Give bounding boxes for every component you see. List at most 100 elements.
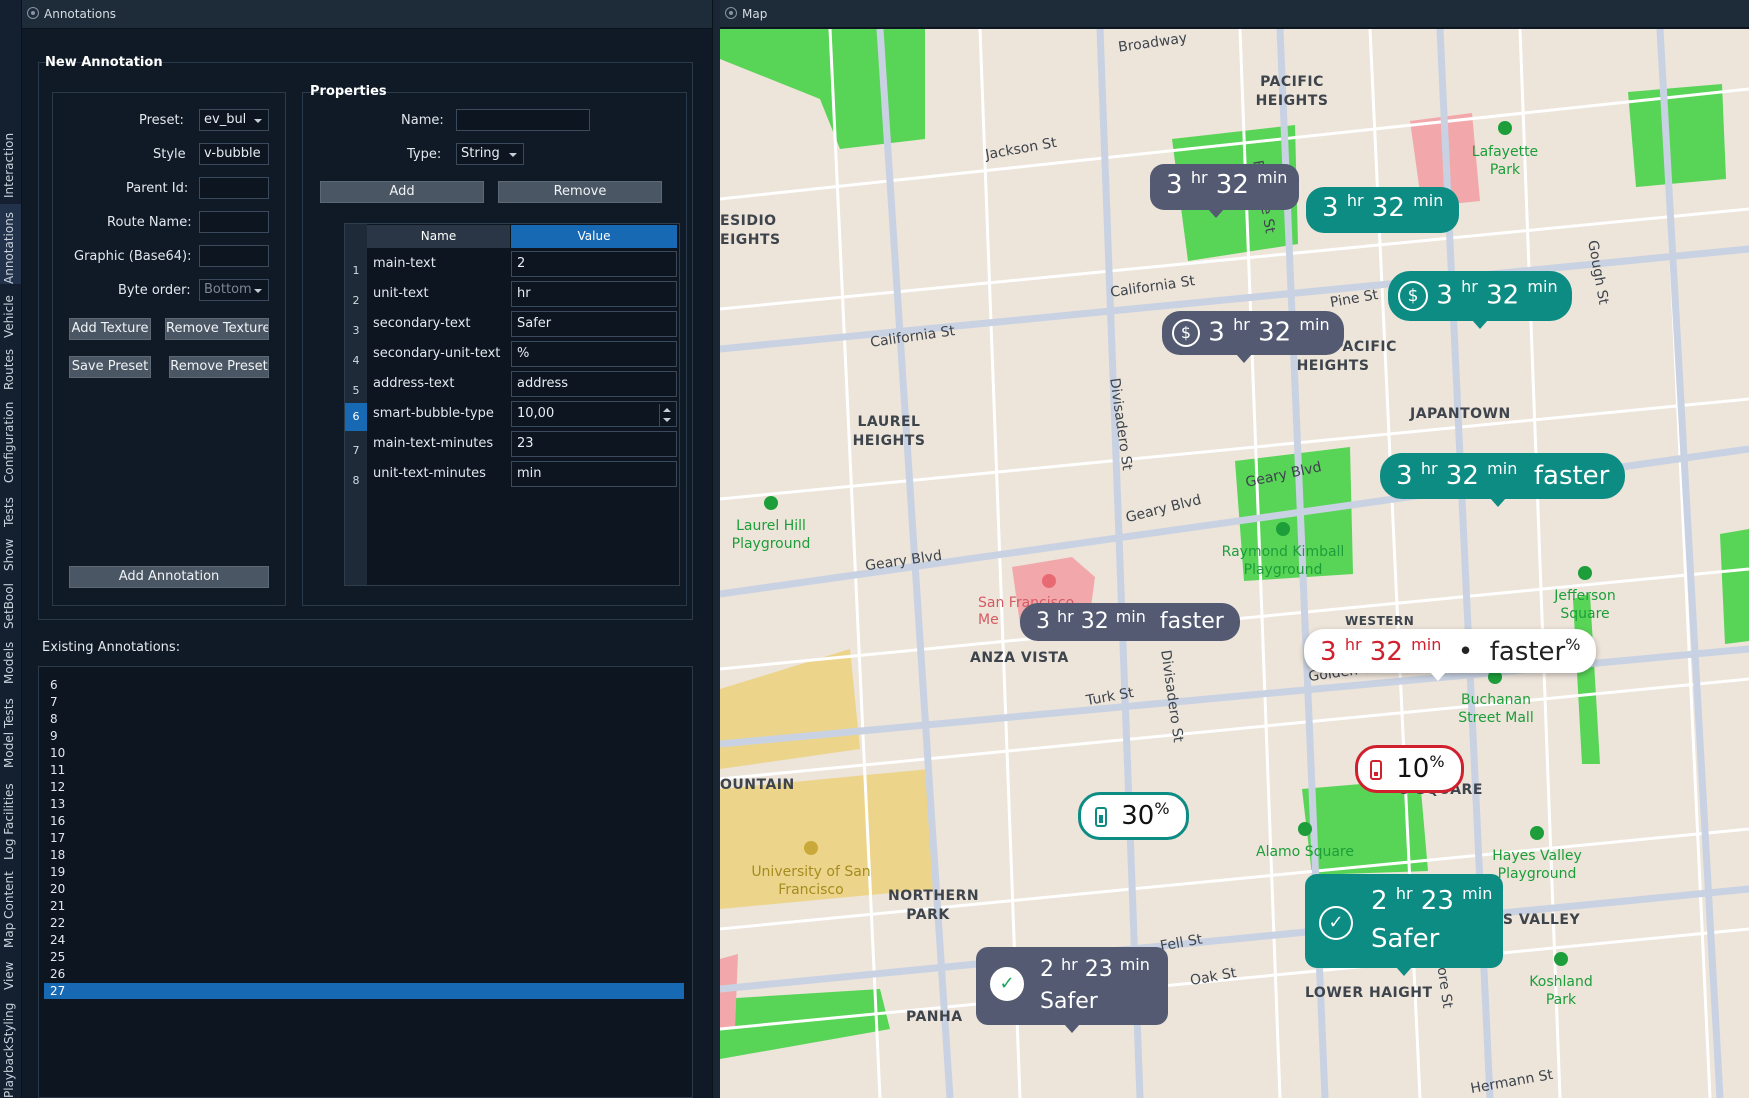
table-cell-value[interactable]: 2 bbox=[511, 251, 677, 277]
row-number[interactable]: 1 bbox=[345, 258, 367, 284]
park-label: Buchanan Street Mall bbox=[1458, 692, 1534, 726]
add-texture-button[interactable]: Add Texture bbox=[69, 318, 151, 340]
list-item[interactable]: 10 bbox=[44, 745, 684, 761]
list-item[interactable]: 9 bbox=[44, 728, 684, 744]
preset-combo[interactable]: ev_bul bbox=[199, 109, 269, 131]
route-bubble[interactable]: 3 hr 32 min faster bbox=[1020, 603, 1240, 641]
neighborhood-label: OUNTAIN bbox=[720, 777, 795, 793]
route-bubble-safer[interactable]: ✓ 2 hr 23 min Safer bbox=[976, 947, 1168, 1033]
list-item[interactable]: 17 bbox=[44, 830, 684, 846]
table-cell-name[interactable]: secondary-unit-text bbox=[373, 346, 500, 361]
row-number[interactable]: 4 bbox=[345, 348, 367, 374]
route-bubble[interactable]: 3 hr 32 min • faster% bbox=[1304, 629, 1597, 681]
tab-log-facilities[interactable]: Log Facilities bbox=[0, 772, 21, 860]
table-cell-value[interactable]: Safer bbox=[511, 311, 677, 337]
panel-menu-icon[interactable] bbox=[27, 7, 39, 19]
tab-playback[interactable]: Playback bbox=[0, 1044, 21, 1098]
table-cell-value[interactable]: hr bbox=[511, 281, 677, 307]
route-name-label: Route Name: bbox=[107, 215, 192, 230]
table-cell-name[interactable]: secondary-text bbox=[373, 316, 471, 331]
tab-view[interactable]: View bbox=[0, 952, 21, 990]
list-item[interactable]: 13 bbox=[44, 796, 684, 812]
route-bubble[interactable]: $ 3 hr 32 min bbox=[1388, 271, 1572, 329]
list-item[interactable]: 21 bbox=[44, 898, 684, 914]
battery-bubble-low[interactable]: 10% bbox=[1355, 745, 1464, 793]
list-item[interactable]: 11 bbox=[44, 762, 684, 778]
row-number[interactable]: 5 bbox=[345, 378, 367, 404]
table-cell-name[interactable]: unit-text bbox=[373, 286, 429, 301]
table-cell-value[interactable]: min bbox=[511, 461, 677, 487]
route-bubble[interactable]: $ 3 hr 32 min bbox=[1162, 311, 1344, 363]
row-number[interactable]: 3 bbox=[345, 318, 367, 344]
value-column-header[interactable]: Value bbox=[511, 225, 677, 248]
route-bubble-safer[interactable]: ✓ 2 hr 23 min Safer bbox=[1305, 874, 1503, 976]
tab-show[interactable]: Show bbox=[0, 531, 21, 571]
list-item[interactable]: 20 bbox=[44, 881, 684, 897]
map-canvas[interactable]: Broadway Jackson St California St Califo… bbox=[720, 29, 1749, 1098]
dollar-icon: $ bbox=[1172, 319, 1200, 347]
route-bubble[interactable]: 3 hr 32 min faster bbox=[1380, 453, 1626, 507]
neighborhood-label: PANHA bbox=[906, 1009, 963, 1025]
name-column-header[interactable]: Name bbox=[367, 225, 510, 248]
route-bubble[interactable]: 3 hr 32 min bbox=[1306, 187, 1460, 233]
table-cell-value[interactable]: 23 bbox=[511, 431, 677, 457]
add-annotation-button[interactable]: Add Annotation bbox=[69, 566, 269, 588]
tab-tests[interactable]: Tests bbox=[0, 487, 21, 527]
byte-order-combo[interactable]: Bottom bbox=[199, 279, 269, 301]
table-cell-value[interactable]: % bbox=[511, 341, 677, 367]
list-item[interactable]: 19 bbox=[44, 864, 684, 880]
tab-configuration[interactable]: Configuration bbox=[0, 395, 21, 483]
route-name-input[interactable] bbox=[199, 211, 269, 233]
tab-models[interactable]: Models bbox=[0, 634, 21, 684]
row-number[interactable]: 8 bbox=[345, 468, 367, 494]
tab-styling[interactable]: Styling bbox=[0, 994, 21, 1044]
row-number[interactable]: 7 bbox=[345, 438, 367, 464]
table-cell-name[interactable]: main-text bbox=[373, 256, 436, 271]
prop-name-input[interactable] bbox=[456, 109, 590, 131]
existing-annotations-list[interactable]: 6 7 8 9 10 11 12 13 16 17 18 19 20 21 22… bbox=[38, 666, 693, 1098]
row-number-selected[interactable]: 6 bbox=[345, 403, 367, 431]
panel-menu-icon[interactable] bbox=[725, 7, 737, 19]
list-item[interactable]: 16 bbox=[44, 813, 684, 829]
prop-type-combo[interactable]: String bbox=[456, 143, 524, 165]
table-cell-name[interactable]: unit-text-minutes bbox=[373, 466, 486, 481]
list-item[interactable]: 26 bbox=[44, 966, 684, 982]
park-pin-icon bbox=[1498, 121, 1512, 135]
tab-interaction[interactable]: Interaction bbox=[0, 128, 21, 198]
remove-texture-button[interactable]: Remove Texture bbox=[165, 318, 269, 340]
table-cell-name[interactable]: address-text bbox=[373, 376, 454, 391]
list-item[interactable]: 7 bbox=[44, 694, 684, 710]
tab-vehicle[interactable]: Vehicle bbox=[0, 288, 21, 338]
tab-map-content[interactable]: Map Content bbox=[0, 864, 21, 948]
tab-model-tests[interactable]: Model Tests bbox=[0, 688, 21, 768]
tab-annotations[interactable]: Annotations bbox=[0, 204, 21, 284]
tab-setbool[interactable]: SetBool bbox=[0, 575, 21, 629]
list-item[interactable]: 18 bbox=[44, 847, 684, 863]
table-cell-value[interactable]: address bbox=[511, 371, 677, 397]
table-cell-name[interactable]: main-text-minutes bbox=[373, 436, 493, 451]
spin-arrows-icon[interactable] bbox=[659, 404, 674, 426]
list-item[interactable]: 24 bbox=[44, 932, 684, 948]
table-cell-value-spinbox[interactable]: 10,00 bbox=[511, 401, 677, 427]
graphic-input[interactable] bbox=[199, 245, 269, 267]
save-preset-button[interactable]: Save Preset bbox=[69, 356, 151, 378]
row-number[interactable]: 2 bbox=[345, 288, 367, 314]
remove-preset-button[interactable]: Remove Preset bbox=[169, 356, 269, 378]
list-item[interactable]: 22 bbox=[44, 915, 684, 931]
parent-id-label: Parent Id: bbox=[126, 181, 189, 196]
prop-remove-button[interactable]: Remove bbox=[498, 181, 662, 203]
shield-check-icon: ✓ bbox=[1319, 906, 1353, 940]
list-item[interactable]: 8 bbox=[44, 711, 684, 727]
parent-id-input[interactable] bbox=[199, 177, 269, 199]
battery-bubble[interactable]: 30% bbox=[1078, 792, 1189, 840]
list-item[interactable]: 6 bbox=[44, 677, 684, 693]
list-item-selected[interactable]: 27 bbox=[44, 983, 684, 999]
table-cell-name[interactable]: smart-bubble-type bbox=[373, 406, 494, 421]
tab-routes[interactable]: Routes bbox=[0, 342, 21, 390]
list-item[interactable]: 12 bbox=[44, 779, 684, 795]
route-bubble[interactable]: 3 hr 32 min bbox=[1150, 164, 1300, 218]
list-item[interactable]: 25 bbox=[44, 949, 684, 965]
style-input[interactable]: v-bubble bbox=[199, 143, 269, 165]
park-pin-icon bbox=[1530, 826, 1544, 840]
prop-add-button[interactable]: Add bbox=[320, 181, 484, 203]
